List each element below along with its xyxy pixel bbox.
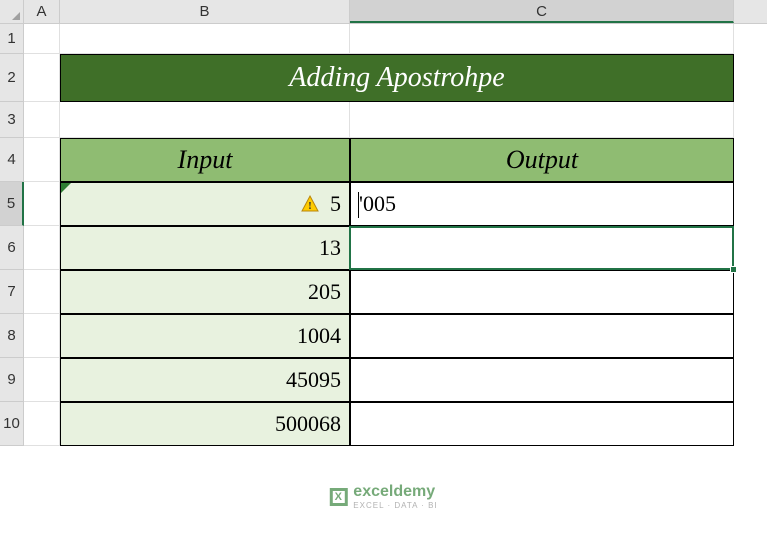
header-input[interactable]: Input [60,138,350,182]
row-header-5[interactable]: 5 [0,182,24,226]
select-all-corner[interactable] [0,0,24,23]
row-7: 7 205 [0,270,767,314]
row-6: 6 13 [0,226,767,270]
text-cursor [358,192,359,218]
watermark: exceldemy EXCEL · DATA · BI [329,483,437,510]
error-warning-icon[interactable]: ! [299,193,321,215]
column-headers: A B C [0,0,767,24]
row-8: 8 1004 [0,314,767,358]
cell-a7[interactable] [24,270,60,314]
grid-rows: 1 2 Adding Apostrohpe 3 4 Input Output 5 [0,24,767,446]
row-header-8[interactable]: 8 [0,314,24,358]
row-10: 10 500068 [0,402,767,446]
cell-c5[interactable]: '005 [350,182,734,226]
row-5: 5 ! 5 '005 [0,182,767,226]
cell-b10-value: 500068 [275,411,341,437]
cell-c3[interactable] [350,102,734,138]
cell-c5-value: '005 [359,191,396,217]
cell-b3[interactable] [60,102,350,138]
cell-a6[interactable] [24,226,60,270]
cell-c6[interactable] [350,226,734,270]
row-header-7[interactable]: 7 [0,270,24,314]
watermark-brand: exceldemy [353,483,437,501]
watermark-tagline: EXCEL · DATA · BI [353,501,437,510]
cell-b8-value: 1004 [297,323,341,349]
header-output[interactable]: Output [350,138,734,182]
cell-b1[interactable] [60,24,350,54]
spreadsheet: A B C 1 2 Adding Apostrohpe 3 4 Input Ou… [0,0,767,536]
cell-a4[interactable] [24,138,60,182]
column-header-b[interactable]: B [60,0,350,23]
row-header-3[interactable]: 3 [0,102,24,138]
excel-icon [329,488,347,506]
row-header-10[interactable]: 10 [0,402,24,446]
text-stored-as-number-indicator [61,183,71,193]
cell-a9[interactable] [24,358,60,402]
column-header-c[interactable]: C [350,0,734,23]
cell-b9-value: 45095 [286,367,341,393]
cell-c7[interactable] [350,270,734,314]
row-4: 4 Input Output [0,138,767,182]
cell-b6[interactable]: 13 [60,226,350,270]
cell-b5[interactable]: ! 5 [60,182,350,226]
cell-b8[interactable]: 1004 [60,314,350,358]
cell-c9[interactable] [350,358,734,402]
cell-a3[interactable] [24,102,60,138]
fill-handle[interactable] [730,266,737,273]
cell-a1[interactable] [24,24,60,54]
cell-a5[interactable] [24,182,60,226]
title-cell[interactable]: Adding Apostrohpe [60,54,734,102]
row-3: 3 [0,102,767,138]
cell-c8[interactable] [350,314,734,358]
cell-b6-value: 13 [319,235,341,261]
cell-c10[interactable] [350,402,734,446]
cell-b9[interactable]: 45095 [60,358,350,402]
svg-text:!: ! [308,200,312,212]
cell-b10[interactable]: 500068 [60,402,350,446]
cell-b7[interactable]: 205 [60,270,350,314]
cell-a10[interactable] [24,402,60,446]
row-2: 2 Adding Apostrohpe [0,54,767,102]
cell-b5-value: 5 [330,191,341,217]
cell-a8[interactable] [24,314,60,358]
row-header-9[interactable]: 9 [0,358,24,402]
row-header-6[interactable]: 6 [0,226,24,270]
row-9: 9 45095 [0,358,767,402]
cell-a2[interactable] [24,54,60,102]
cell-b7-value: 205 [308,279,341,305]
row-1: 1 [0,24,767,54]
column-header-a[interactable]: A [24,0,60,23]
cell-c1[interactable] [350,24,734,54]
row-header-1[interactable]: 1 [0,24,24,54]
row-header-2[interactable]: 2 [0,54,24,102]
row-header-4[interactable]: 4 [0,138,24,182]
